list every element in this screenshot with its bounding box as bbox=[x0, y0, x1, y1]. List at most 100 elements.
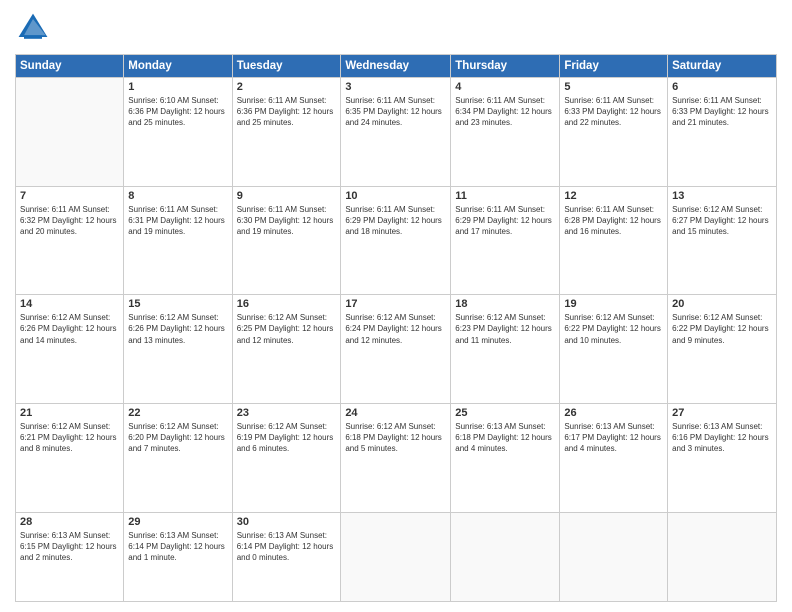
calendar-cell: 10 Sunrise: 6:11 AM Sunset: 6:29 PM Dayli… bbox=[341, 186, 451, 295]
day-info: Sunrise: 6:12 AM Sunset: 6:24 PM Dayligh… bbox=[345, 312, 446, 346]
logo-icon bbox=[15, 10, 51, 46]
calendar-cell: 27Sunrise: 6:13 AM Sunset: 6:16 PM Dayli… bbox=[668, 403, 777, 512]
day-number: 28 bbox=[20, 516, 119, 528]
day-info: Sunrise: 6:10 AM Sunset: 6:36 PM Dayligh… bbox=[128, 95, 227, 129]
calendar-cell: 9 Sunrise: 6:11 AM Sunset: 6:30 PM Daylig… bbox=[232, 186, 341, 295]
day-info: Sunrise: 6:12 AM Sunset: 6:19 PM Dayligh… bbox=[237, 421, 337, 455]
day-number: 1 bbox=[128, 81, 227, 93]
day-number: 5 bbox=[564, 81, 663, 93]
calendar-cell: 11 Sunrise: 6:11 AM Sunset: 6:29 PM Dayli… bbox=[451, 186, 560, 295]
calendar-cell: 15Sunrise: 6:12 AM Sunset: 6:26 PM Dayli… bbox=[124, 295, 232, 404]
calendar-week-row: 21 Sunrise: 6:12 AM Sunset: 6:21 PM Dayli… bbox=[16, 403, 777, 512]
calendar-cell: 4 Sunrise: 6:11 AM Sunset: 6:34 PM Daylig… bbox=[451, 78, 560, 187]
calendar-cell: 17 Sunrise: 6:12 AM Sunset: 6:24 PM Dayli… bbox=[341, 295, 451, 404]
day-number: 11 bbox=[455, 190, 555, 202]
day-info: Sunrise: 6:13 AM Sunset: 6:15 PM Dayligh… bbox=[20, 530, 119, 564]
calendar-week-row: 7 Sunrise: 6:11 AM Sunset: 6:32 PM Daylig… bbox=[16, 186, 777, 295]
calendar-header-monday: Monday bbox=[124, 55, 232, 78]
day-info: Sunrise: 6:12 AM Sunset: 6:21 PM Dayligh… bbox=[20, 421, 119, 455]
calendar-cell: 30 Sunrise: 6:13 AM Sunset: 6:14 PM Dayli… bbox=[232, 512, 341, 602]
day-number: 3 bbox=[345, 81, 446, 93]
calendar-table: SundayMondayTuesdayWednesdayThursdayFrid… bbox=[15, 54, 777, 602]
day-info: Sunrise: 6:11 AM Sunset: 6:29 PM Dayligh… bbox=[345, 204, 446, 238]
calendar-cell: 21 Sunrise: 6:12 AM Sunset: 6:21 PM Dayli… bbox=[16, 403, 124, 512]
day-number: 15 bbox=[128, 298, 227, 310]
day-number: 21 bbox=[20, 407, 119, 419]
day-number: 18 bbox=[455, 298, 555, 310]
calendar-header-row: SundayMondayTuesdayWednesdayThursdayFrid… bbox=[16, 55, 777, 78]
day-number: 19 bbox=[564, 298, 663, 310]
calendar-cell: 29 Sunrise: 6:13 AM Sunset: 6:14 PM Dayli… bbox=[124, 512, 232, 602]
calendar-cell: 18 Sunrise: 6:12 AM Sunset: 6:23 PM Dayli… bbox=[451, 295, 560, 404]
calendar-cell: 24Sunrise: 6:12 AM Sunset: 6:18 PM Dayli… bbox=[341, 403, 451, 512]
calendar-cell: 2Sunrise: 6:11 AM Sunset: 6:36 PM Daylig… bbox=[232, 78, 341, 187]
day-info: Sunrise: 6:11 AM Sunset: 6:29 PM Dayligh… bbox=[455, 204, 555, 238]
calendar-cell: 7 Sunrise: 6:11 AM Sunset: 6:32 PM Daylig… bbox=[16, 186, 124, 295]
day-info: Sunrise: 6:11 AM Sunset: 6:34 PM Dayligh… bbox=[455, 95, 555, 129]
day-number: 17 bbox=[345, 298, 446, 310]
day-info: Sunrise: 6:12 AM Sunset: 6:26 PM Dayligh… bbox=[20, 312, 119, 346]
calendar-header-sunday: Sunday bbox=[16, 55, 124, 78]
day-info: Sunrise: 6:12 AM Sunset: 6:20 PM Dayligh… bbox=[128, 421, 227, 455]
calendar-week-row: 14 Sunrise: 6:12 AM Sunset: 6:26 PM Dayli… bbox=[16, 295, 777, 404]
day-number: 14 bbox=[20, 298, 119, 310]
day-number: 29 bbox=[128, 516, 227, 528]
calendar-cell: 13 Sunrise: 6:12 AM Sunset: 6:27 PM Dayli… bbox=[668, 186, 777, 295]
day-info: Sunrise: 6:12 AM Sunset: 6:18 PM Dayligh… bbox=[345, 421, 446, 455]
calendar-cell: 16 Sunrise: 6:12 AM Sunset: 6:25 PM Dayli… bbox=[232, 295, 341, 404]
calendar-cell: 5 Sunrise: 6:11 AM Sunset: 6:33 PM Daylig… bbox=[560, 78, 668, 187]
day-info: Sunrise: 6:12 AM Sunset: 6:25 PM Dayligh… bbox=[237, 312, 337, 346]
day-number: 10 bbox=[345, 190, 446, 202]
day-info: Sunrise: 6:11 AM Sunset: 6:36 PM Dayligh… bbox=[237, 95, 337, 129]
day-info: Sunrise: 6:13 AM Sunset: 6:14 PM Dayligh… bbox=[237, 530, 337, 564]
day-info: Sunrise: 6:11 AM Sunset: 6:28 PM Dayligh… bbox=[564, 204, 663, 238]
calendar-header-thursday: Thursday bbox=[451, 55, 560, 78]
day-info: Sunrise: 6:13 AM Sunset: 6:18 PM Dayligh… bbox=[455, 421, 555, 455]
day-number: 12 bbox=[564, 190, 663, 202]
day-number: 7 bbox=[20, 190, 119, 202]
calendar-header-saturday: Saturday bbox=[668, 55, 777, 78]
day-number: 4 bbox=[455, 81, 555, 93]
day-number: 25 bbox=[455, 407, 555, 419]
day-info: Sunrise: 6:12 AM Sunset: 6:27 PM Dayligh… bbox=[672, 204, 772, 238]
calendar-cell: 6Sunrise: 6:11 AM Sunset: 6:33 PM Daylig… bbox=[668, 78, 777, 187]
logo bbox=[15, 10, 55, 46]
calendar-cell bbox=[16, 78, 124, 187]
calendar-cell: 12 Sunrise: 6:11 AM Sunset: 6:28 PM Dayli… bbox=[560, 186, 668, 295]
calendar-header-wednesday: Wednesday bbox=[341, 55, 451, 78]
calendar-cell: 19 Sunrise: 6:12 AM Sunset: 6:22 PM Dayli… bbox=[560, 295, 668, 404]
day-info: Sunrise: 6:11 AM Sunset: 6:31 PM Dayligh… bbox=[128, 204, 227, 238]
page: SundayMondayTuesdayWednesdayThursdayFrid… bbox=[0, 0, 792, 612]
calendar-cell: 25 Sunrise: 6:13 AM Sunset: 6:18 PM Dayli… bbox=[451, 403, 560, 512]
day-number: 22 bbox=[128, 407, 227, 419]
calendar-cell bbox=[668, 512, 777, 602]
calendar-week-row: 28 Sunrise: 6:13 AM Sunset: 6:15 PM Dayli… bbox=[16, 512, 777, 602]
day-number: 9 bbox=[237, 190, 337, 202]
day-info: Sunrise: 6:11 AM Sunset: 6:30 PM Dayligh… bbox=[237, 204, 337, 238]
calendar-cell: 20Sunrise: 6:12 AM Sunset: 6:22 PM Dayli… bbox=[668, 295, 777, 404]
calendar-cell: 28 Sunrise: 6:13 AM Sunset: 6:15 PM Dayli… bbox=[16, 512, 124, 602]
day-info: Sunrise: 6:11 AM Sunset: 6:33 PM Dayligh… bbox=[564, 95, 663, 129]
calendar-header-tuesday: Tuesday bbox=[232, 55, 341, 78]
day-info: Sunrise: 6:13 AM Sunset: 6:14 PM Dayligh… bbox=[128, 530, 227, 564]
day-number: 13 bbox=[672, 190, 772, 202]
day-info: Sunrise: 6:12 AM Sunset: 6:23 PM Dayligh… bbox=[455, 312, 555, 346]
day-info: Sunrise: 6:11 AM Sunset: 6:32 PM Dayligh… bbox=[20, 204, 119, 238]
calendar-cell: 3 Sunrise: 6:11 AM Sunset: 6:35 PM Daylig… bbox=[341, 78, 451, 187]
day-number: 23 bbox=[237, 407, 337, 419]
day-info: Sunrise: 6:12 AM Sunset: 6:22 PM Dayligh… bbox=[672, 312, 772, 346]
day-number: 16 bbox=[237, 298, 337, 310]
day-info: Sunrise: 6:12 AM Sunset: 6:22 PM Dayligh… bbox=[564, 312, 663, 346]
calendar-cell bbox=[451, 512, 560, 602]
calendar-cell: 22 Sunrise: 6:12 AM Sunset: 6:20 PM Dayli… bbox=[124, 403, 232, 512]
day-info: Sunrise: 6:13 AM Sunset: 6:17 PM Dayligh… bbox=[564, 421, 663, 455]
header bbox=[15, 10, 777, 46]
day-number: 30 bbox=[237, 516, 337, 528]
day-info: Sunrise: 6:11 AM Sunset: 6:33 PM Dayligh… bbox=[672, 95, 772, 129]
calendar-cell: 8Sunrise: 6:11 AM Sunset: 6:31 PM Daylig… bbox=[124, 186, 232, 295]
day-info: Sunrise: 6:11 AM Sunset: 6:35 PM Dayligh… bbox=[345, 95, 446, 129]
day-number: 26 bbox=[564, 407, 663, 419]
calendar-cell bbox=[341, 512, 451, 602]
calendar-cell bbox=[560, 512, 668, 602]
calendar-header-friday: Friday bbox=[560, 55, 668, 78]
